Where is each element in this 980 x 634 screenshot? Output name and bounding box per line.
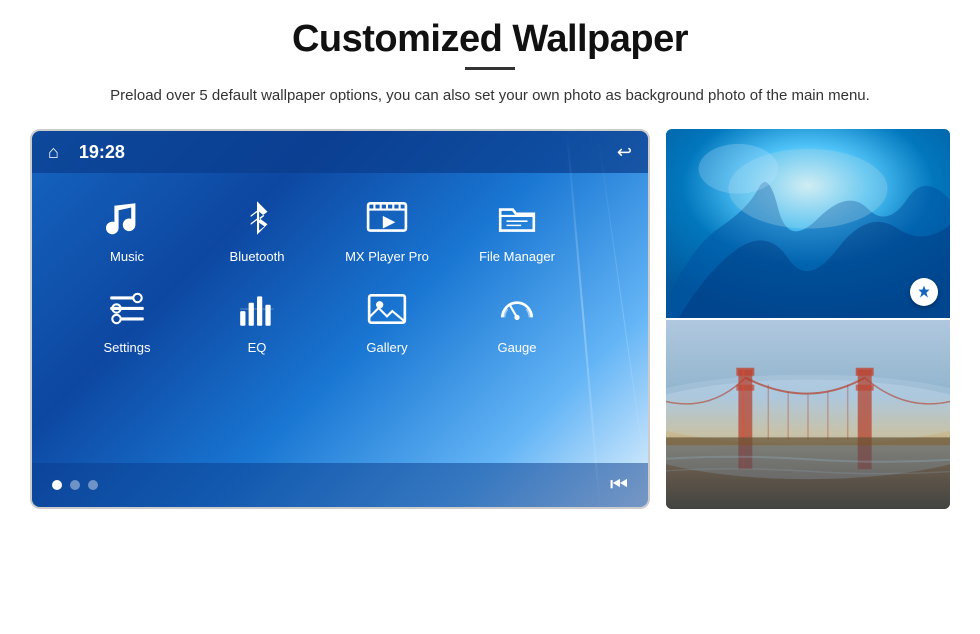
bottom-bar: ⏮ (32, 463, 648, 507)
back-icon[interactable]: ↩ (617, 142, 632, 163)
page-title: Customized Wallpaper (292, 18, 688, 61)
app-bluetooth-label: Bluetooth (230, 249, 285, 264)
app-settings-label: Settings (104, 340, 151, 355)
device-screenshot: ⌂ 19:28 ↩ Music (30, 129, 650, 509)
gauge-icon (492, 284, 542, 334)
app-bluetooth[interactable]: Bluetooth (192, 193, 322, 264)
title-underline (465, 67, 515, 70)
content-row: ⌂ 19:28 ↩ Music (30, 129, 950, 509)
music-icon (102, 193, 152, 243)
folder-icon (492, 193, 542, 243)
home-icon[interactable]: ⌂ (48, 142, 59, 163)
app-gallery[interactable]: Gallery (322, 284, 452, 355)
dot-1[interactable] (52, 480, 62, 490)
device-screen: ⌂ 19:28 ↩ Music (32, 131, 648, 507)
bluetooth-icon (232, 193, 282, 243)
skip-back-button[interactable]: ⏮ (610, 474, 628, 497)
app-gallery-label: Gallery (366, 340, 407, 355)
app-mxplayer-label: MX Player Pro (345, 249, 429, 264)
wallpaper-bridge (666, 320, 950, 509)
app-eq-label: EQ (248, 340, 267, 355)
bridge-background (666, 320, 950, 509)
app-gauge[interactable]: Gauge (452, 284, 582, 355)
eq-icon (232, 284, 282, 334)
settings-icon (102, 284, 152, 334)
app-gauge-label: Gauge (497, 340, 536, 355)
app-mxplayer[interactable]: MX Player Pro (322, 193, 452, 264)
app-row-1: Music Bluetooth (62, 193, 618, 264)
side-images (666, 129, 950, 509)
wallpaper-ice-cave (666, 129, 950, 318)
app-eq[interactable]: EQ (192, 284, 322, 355)
dot-indicators (52, 480, 98, 490)
app-settings[interactable]: Settings (62, 284, 192, 355)
status-bar: ⌂ 19:28 ↩ (32, 131, 648, 173)
app-music-label: Music (110, 249, 144, 264)
gallery-icon (362, 284, 412, 334)
dot-2[interactable] (70, 480, 80, 490)
video-icon (362, 193, 412, 243)
page-container: Customized Wallpaper Preload over 5 defa… (0, 0, 980, 634)
app-filemanager-label: File Manager (479, 249, 555, 264)
app-music[interactable]: Music (62, 193, 192, 264)
ice-cave-background (666, 129, 950, 318)
app-row-2: Settings (62, 284, 618, 355)
dot-3[interactable] (88, 480, 98, 490)
app-grid: Music Bluetooth (32, 173, 648, 463)
status-time: 19:28 (79, 142, 617, 163)
page-subtitle: Preload over 5 default wallpaper options… (110, 84, 870, 107)
app-filemanager[interactable]: File Manager (452, 193, 582, 264)
